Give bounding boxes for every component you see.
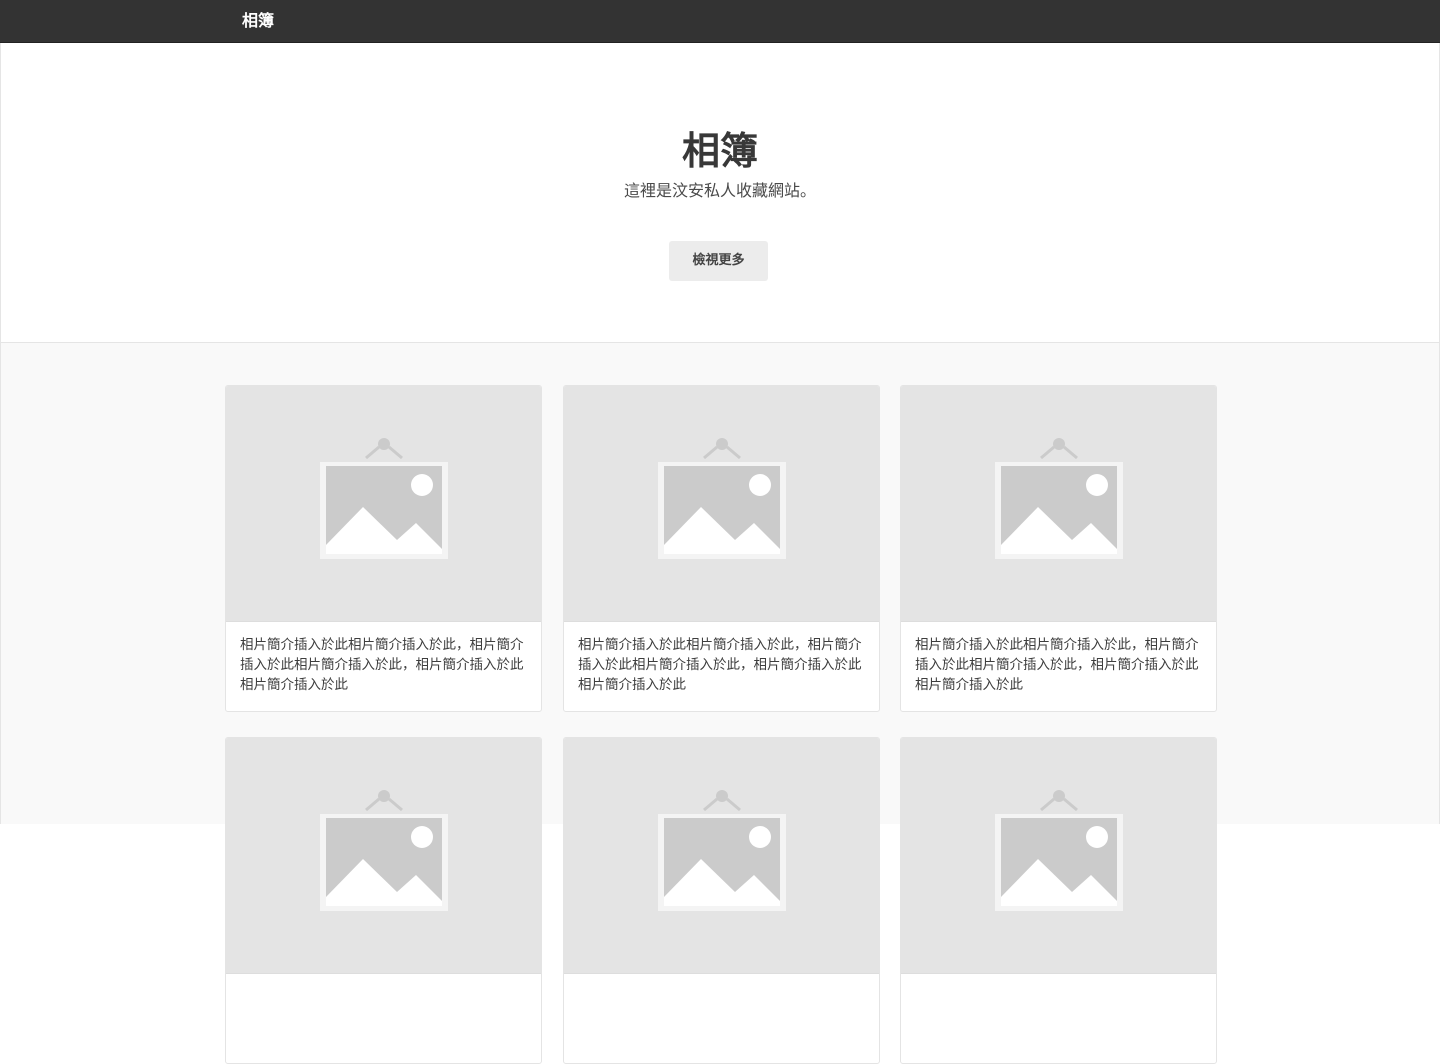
album-card[interactable]	[900, 737, 1217, 1064]
card-thumbnail[interactable]	[564, 386, 879, 622]
card-description	[564, 974, 879, 1063]
hero-section: 相簿 這裡是汶安私人收藏網站。 檢視更多	[0, 43, 1440, 343]
page-title: 相簿	[681, 129, 758, 173]
card-thumbnail[interactable]	[901, 386, 1216, 622]
card-thumbnail[interactable]	[226, 386, 541, 622]
hero-lead-text: 這裡是汶安私人收藏網站。	[623, 181, 816, 200]
card-thumbnail[interactable]	[901, 738, 1216, 974]
card-thumbnail[interactable]	[564, 738, 879, 974]
card-description	[226, 974, 541, 1063]
card-description: 相片簡介插入於此相片簡介插入於此，相片簡介插入於此相片簡介插入於此，相片簡介插入…	[915, 637, 1199, 693]
image-placeholder-icon	[657, 438, 786, 559]
album-card[interactable]: 相片簡介插入於此相片簡介插入於此，相片簡介插入於此相片簡介插入於此，相片簡介插入…	[900, 385, 1217, 712]
album-card[interactable]	[563, 737, 880, 1064]
album-card[interactable]: 相片簡介插入於此相片簡介插入於此，相片簡介插入於此相片簡介插入於此，相片簡介插入…	[225, 385, 542, 712]
album-card[interactable]: 相片簡介插入於此相片簡介插入於此，相片簡介插入於此相片簡介插入於此，相片簡介插入…	[563, 385, 880, 712]
album-section: 相片簡介插入於此相片簡介插入於此，相片簡介插入於此相片簡介插入於此，相片簡介插入…	[0, 343, 1440, 1064]
navbar-brand-link[interactable]: 相簿	[242, 11, 274, 31]
image-placeholder-icon	[994, 790, 1123, 911]
card-description: 相片簡介插入於此相片簡介插入於此，相片簡介插入於此相片簡介插入於此，相片簡介插入…	[578, 637, 862, 693]
card-description: 相片簡介插入於此相片簡介插入於此，相片簡介插入於此相片簡介插入於此，相片簡介插入…	[240, 637, 524, 693]
top-navbar: 相簿	[0, 0, 1440, 43]
card-description	[901, 974, 1216, 1063]
album-card[interactable]	[225, 737, 542, 1064]
view-more-button[interactable]: 檢視更多	[669, 241, 768, 281]
image-placeholder-icon	[994, 438, 1123, 559]
card-thumbnail[interactable]	[226, 738, 541, 974]
image-placeholder-icon	[319, 790, 448, 911]
image-placeholder-icon	[657, 790, 786, 911]
image-placeholder-icon	[319, 438, 448, 559]
